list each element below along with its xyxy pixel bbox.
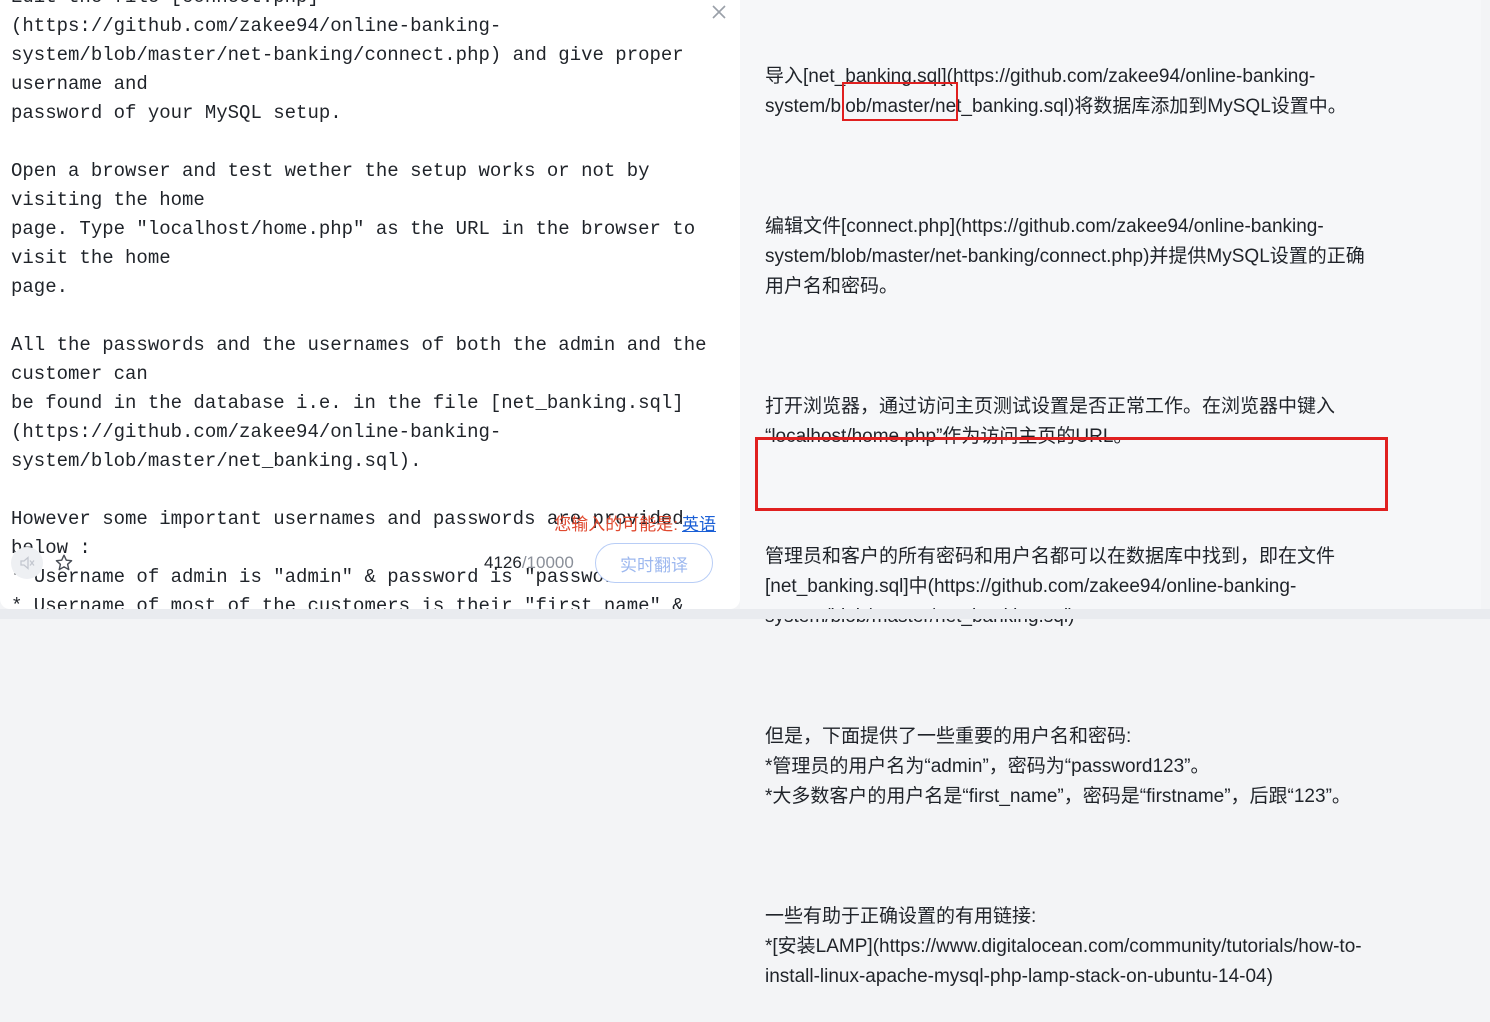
speaker-muted-icon[interactable]	[11, 547, 43, 579]
translation-paragraph: 编辑文件[connect.php](https://github.com/zak…	[765, 216, 1365, 297]
scrollbar-track[interactable]	[1481, 0, 1490, 619]
bottom-divider	[0, 609, 1490, 619]
realtime-translate-button[interactable]: 实时翻译	[595, 543, 713, 583]
translation-paragraph: 一些有助于正确设置的有用链接: *[安装LAMP](https://www.di…	[765, 906, 1362, 987]
suggestion-language-link[interactable]: 英语	[682, 515, 716, 534]
star-icon[interactable]	[51, 550, 77, 576]
suggestion-label: 您输入的可能是:	[554, 515, 678, 534]
character-count: 4126/10000	[484, 551, 574, 575]
translation-paragraph: 导入[net_banking.sql](https://github.com/z…	[765, 66, 1347, 117]
translation-paragraph: 但是，下面提供了一些重要的用户名和密码: *管理员的用户名为“admin”，密码…	[765, 726, 1351, 807]
language-suggestion: 您输入的可能是: 英语	[554, 513, 716, 537]
close-icon[interactable]	[708, 1, 730, 23]
translation-paragraph: 打开浏览器，通过访问主页测试设置是否正常工作。在浏览器中键入 “localhos…	[765, 396, 1336, 447]
char-count-max: /10000	[521, 553, 574, 572]
source-panel: Edit the file [connect.php](https://gith…	[0, 0, 740, 609]
translation-text: 导入[net_banking.sql](https://github.com/z…	[765, 2, 1405, 1022]
char-count-current: 4126	[484, 553, 522, 572]
